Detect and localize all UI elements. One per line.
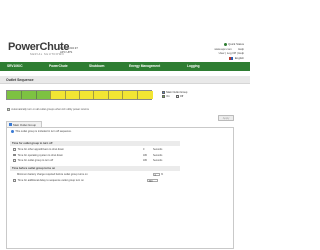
row-min-battery-label: Minimum battery charge required before o… xyxy=(17,173,88,176)
quick-status-label: Quick Status xyxy=(228,42,244,46)
row-os-shutdown-value: 180 xyxy=(143,153,147,157)
sequence-grid xyxy=(7,91,151,99)
row-apps-shutdown-icon xyxy=(13,148,16,151)
row-group-turn-off-unit: Seconds xyxy=(153,159,163,162)
outlet-group-panel: This outlet group is included in turn of… xyxy=(6,127,234,249)
row-additional-delay-icon xyxy=(13,179,16,182)
legend-on-swatch xyxy=(162,95,165,99)
info-message: This outlet group is included in turn of… xyxy=(11,130,72,133)
row-group-turn-off-label: Time for outlet group to turn off xyxy=(17,159,54,162)
row-group-turn-off-icon xyxy=(13,159,16,162)
website-link[interactable]: www.apc.com Help xyxy=(214,47,244,51)
row-apps-shutdown-value: 0 xyxy=(143,148,145,151)
user-links[interactable]: User | Log Off | Help xyxy=(219,51,244,55)
auto-turn-on-label: Automatically turn on all outlet groups … xyxy=(11,108,89,111)
row-group-turn-off-value: 180 xyxy=(143,159,147,162)
row-apps-shutdown-label: Time for other apps/drivers to shut down xyxy=(17,148,64,151)
legend-state: On Off xyxy=(162,95,187,99)
top-right-links: Quick Status www.apc.com Help User | Log… xyxy=(154,42,244,62)
host-info: 10.178.232.97 APC UPS xyxy=(60,46,78,54)
legend-main-swatch xyxy=(162,91,165,95)
row-additional-delay-label: Time for additional delay to sequence ou… xyxy=(17,179,84,182)
section-turn-on: Time before outlet group turns on xyxy=(10,166,180,171)
nav-logging[interactable]: Logging xyxy=(180,62,240,71)
legend-off-label: Off xyxy=(179,94,184,98)
row-additional-delay: Time for additional delay to sequence ou… xyxy=(13,178,191,183)
row-apps-shutdown: Time for other apps/drivers to shut down… xyxy=(13,147,191,152)
language-label: English xyxy=(234,56,244,60)
quick-status-icon xyxy=(223,42,227,46)
nav-srv10kic[interactable]: SRV10KIC xyxy=(0,62,42,71)
header: PowerChute SERIAL SHUTDOWN 10.178.232.97… xyxy=(0,0,250,62)
nav-powerchute[interactable]: PowerChute xyxy=(42,62,82,71)
additional-delay-select[interactable]: 300 xyxy=(147,178,158,183)
nav-shutdown[interactable]: Shutdown xyxy=(82,62,122,71)
quick-status-link[interactable]: Quick Status xyxy=(223,42,244,46)
nav-energy-management[interactable]: Energy Management xyxy=(122,62,180,71)
apply-button[interactable]: Apply xyxy=(218,115,234,121)
row-os-shutdown-label: Time for operating system to shut down xyxy=(17,153,63,157)
info-text: This outlet group is included in turn of… xyxy=(15,130,72,133)
main-nav: SRV10KIC PowerChute Shutdown Energy Mana… xyxy=(0,62,250,71)
legend-on-label: On xyxy=(166,94,170,98)
row-group-turn-off: Time for outlet group to turn off 180 Se… xyxy=(13,158,191,163)
row-os-shutdown: Time for operating system to shut down 1… xyxy=(13,153,191,158)
page-title: Outlet Sequence xyxy=(0,76,250,84)
min-battery-select[interactable]: 0 xyxy=(153,172,160,177)
row-min-battery: Minimum battery charge required before o… xyxy=(13,172,191,177)
min-battery-unit: % xyxy=(161,173,164,176)
auto-turn-on-option[interactable]: Automatically turn on all outlet groups … xyxy=(7,108,89,111)
flag-icon xyxy=(229,56,234,60)
help-label[interactable]: Help xyxy=(238,47,244,51)
language-select[interactable]: English xyxy=(229,56,244,60)
sequence-legend: Main Outlet Group On Off xyxy=(162,91,187,99)
auto-turn-on-checkbox[interactable] xyxy=(7,108,10,111)
info-icon xyxy=(11,130,14,133)
help-icon xyxy=(234,47,237,50)
section-turn-off: Time for outlet group to turn off xyxy=(10,141,180,146)
outlet-group-icon xyxy=(9,123,12,126)
user-logoff-label[interactable]: User | Log Off | Help xyxy=(219,51,244,55)
row-os-shutdown-unit: Seconds xyxy=(153,153,163,157)
legend-off-swatch xyxy=(175,95,179,99)
website-label: www.apc.com xyxy=(214,46,232,51)
host-device: APC UPS xyxy=(60,50,73,54)
outlet-sequence-bar xyxy=(6,90,153,100)
row-apps-shutdown-unit: Seconds xyxy=(153,148,163,151)
row-os-shutdown-icon xyxy=(13,153,16,157)
